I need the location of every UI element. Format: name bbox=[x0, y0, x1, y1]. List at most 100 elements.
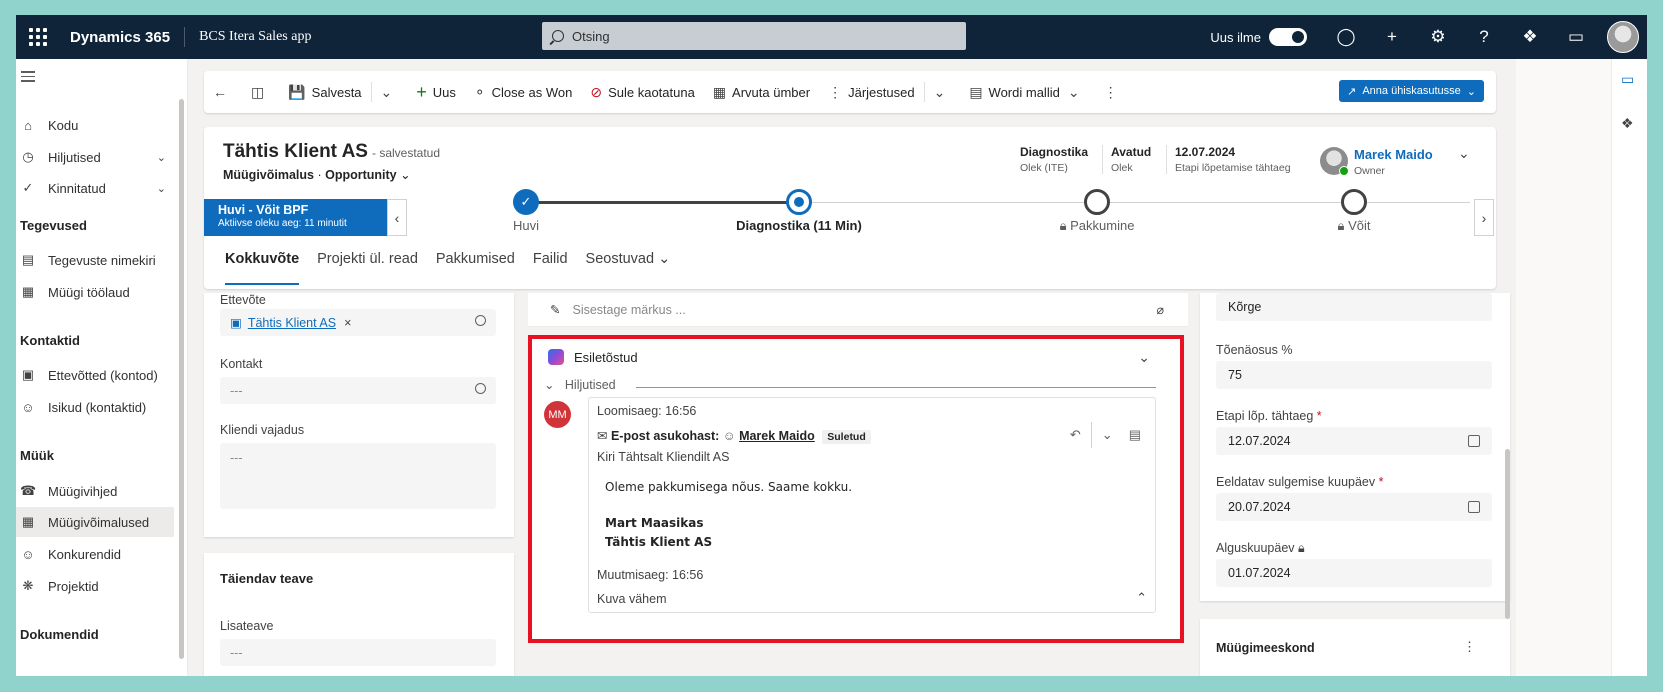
brand-name[interactable]: Dynamics 365 bbox=[70, 29, 170, 46]
sender-link[interactable]: Marek Maido bbox=[739, 429, 815, 443]
side-pane-strip: ▭ ❖ bbox=[1611, 59, 1647, 676]
chevron-up-icon[interactable]: ⌃ bbox=[1136, 590, 1147, 606]
nav-item-opportunities[interactable]: ▦ Müügivõimalused bbox=[16, 507, 174, 537]
bpf-prev-button[interactable]: ‹ bbox=[387, 199, 407, 236]
pencil-icon: ✎ bbox=[550, 303, 561, 317]
nav-item-sales-dashboard[interactable]: ▦ Müügi töölaud bbox=[16, 277, 174, 307]
sequence-icon: ⋮ bbox=[828, 83, 843, 100]
search-icon[interactable] bbox=[475, 315, 486, 326]
bpf-stage-voit[interactable]: 🔒︎ Võit bbox=[1314, 189, 1394, 234]
pin-icon: ✓ bbox=[22, 180, 34, 195]
bpf-stage-pakkumine[interactable]: 🔒︎ Pakkumine bbox=[1047, 189, 1147, 234]
nav-item-accounts[interactable]: ▣ Ettevõtted (kontod) bbox=[16, 360, 174, 390]
gear-icon[interactable]: ⚙ bbox=[1415, 15, 1461, 59]
lightbulb-icon[interactable]: ◯ bbox=[1323, 15, 1369, 59]
company-lookup[interactable]: ▣ Tähtis Klient AS × bbox=[220, 309, 496, 336]
contact-lookup[interactable]: --- bbox=[220, 377, 496, 404]
bpf-next-button[interactable]: › bbox=[1474, 199, 1494, 236]
reply-all-icon[interactable]: ↶ bbox=[1070, 427, 1081, 443]
nav-item-competitors[interactable]: ☺ Konkurendid bbox=[16, 539, 174, 569]
nav-label: Müügivihjed bbox=[48, 483, 118, 499]
owner-avatar[interactable] bbox=[1320, 147, 1349, 176]
nav-scrollbar[interactable] bbox=[179, 99, 184, 659]
main-scrollbar[interactable] bbox=[1505, 449, 1510, 619]
conversation-icon[interactable]: ▭ bbox=[1621, 71, 1634, 88]
stage-due-field[interactable]: 12.07.2024 bbox=[1216, 427, 1492, 455]
header-expand-chevron-icon[interactable]: ⌄ bbox=[1458, 145, 1470, 162]
app-name[interactable]: BCS Itera Sales app bbox=[199, 29, 311, 45]
recent-group-header[interactable]: ⌄ Hiljutised bbox=[544, 377, 616, 392]
chevron-down-icon[interactable]: ⌄ bbox=[157, 151, 166, 164]
owner-link[interactable]: Marek Maido bbox=[1354, 147, 1433, 162]
copilot-icon[interactable]: ❖ bbox=[1507, 15, 1553, 59]
company-link[interactable]: Tähtis Klient AS bbox=[248, 316, 336, 330]
new-button[interactable]: + Uus bbox=[407, 71, 465, 113]
show-less-link[interactable]: Kuva vähem bbox=[597, 592, 666, 606]
chat-icon[interactable]: ▭ bbox=[1553, 15, 1599, 59]
save-button[interactable]: 💾 Salvesta bbox=[279, 71, 370, 113]
header-field-value: Avatud bbox=[1111, 145, 1152, 159]
client-need-textarea[interactable]: --- bbox=[220, 443, 496, 509]
app-launcher-icon[interactable] bbox=[26, 25, 50, 49]
nav-label: Hiljutised bbox=[48, 149, 101, 165]
nav-item-home[interactable]: ⌂ Kodu bbox=[16, 110, 174, 140]
search-icon bbox=[552, 30, 564, 42]
record-name: Tähtis Klient AS bbox=[223, 141, 368, 162]
calendar-icon[interactable] bbox=[1468, 435, 1480, 447]
user-avatar[interactable] bbox=[1607, 21, 1639, 53]
chevron-down-icon[interactable]: ⌄ bbox=[1138, 349, 1150, 366]
copilot-icon[interactable]: ❖ bbox=[1621, 115, 1634, 132]
tab-summary[interactable]: Kokkuvõte bbox=[225, 251, 300, 285]
more-vertical-icon[interactable]: ⋮ bbox=[1463, 639, 1476, 655]
nav-item-leads[interactable]: ☎ Müügivihjed bbox=[16, 476, 174, 506]
nav-item-projects[interactable]: ❋ Projektid bbox=[16, 571, 174, 601]
chevron-down-icon[interactable]: ⌄ bbox=[157, 182, 166, 195]
tab-quotes[interactable]: Pakkumised bbox=[436, 251, 515, 285]
tab-files[interactable]: Failid bbox=[533, 251, 568, 285]
close-as-won-button[interactable]: ⚬ Close as Won bbox=[465, 71, 581, 113]
bpf-stage-huvi[interactable]: ✓ Huvi bbox=[496, 189, 556, 233]
more-commands-button[interactable]: ⋮ bbox=[1095, 71, 1133, 113]
summary-section: Ettevõte ▣ Tähtis Klient AS × Kontakt --… bbox=[204, 293, 514, 537]
back-button[interactable]: ← bbox=[204, 71, 242, 113]
highlights-header[interactable]: Esiletõstud bbox=[548, 349, 638, 365]
tab-related[interactable]: Seostuvad ⌄ bbox=[586, 251, 671, 285]
header-field-label: Etapi lõpetamise tähtaeg bbox=[1175, 162, 1291, 174]
chevron-down-icon[interactable]: ⌄ bbox=[1102, 427, 1113, 443]
bpf-flyout-button[interactable]: Huvi - Võit BPF Aktiivse oleku aeg: 11 m… bbox=[204, 199, 387, 236]
close-as-lost-button[interactable]: ⊘ Sule kaotatuna bbox=[581, 71, 703, 113]
nav-item-pinned[interactable]: ✓ Kinnitatud ⌄ bbox=[16, 173, 174, 203]
form-selector[interactable]: Opportunity bbox=[325, 168, 397, 182]
plus-icon[interactable]: + bbox=[1369, 15, 1415, 59]
nav-item-recent[interactable]: ◷ Hiljutised ⌄ bbox=[16, 142, 174, 172]
share-button[interactable]: ↗ Anna ühiskasutusse ⌄ bbox=[1339, 80, 1484, 102]
rating-field[interactable]: Kõrge bbox=[1216, 293, 1492, 321]
nav-item-contacts[interactable]: ☺ Isikud (kontaktid) bbox=[16, 392, 174, 422]
attachment-icon[interactable]: ⌀ bbox=[1156, 302, 1164, 317]
tab-project-lines[interactable]: Projekti ül. read bbox=[317, 251, 418, 285]
popout-button[interactable]: ◫ bbox=[242, 71, 279, 113]
probability-field[interactable]: 75 bbox=[1216, 361, 1492, 389]
extra-info-field[interactable]: --- bbox=[220, 639, 496, 666]
new-look-toggle[interactable] bbox=[1269, 28, 1307, 46]
help-icon[interactable]: ? bbox=[1461, 15, 1507, 59]
calendar-icon[interactable] bbox=[1468, 501, 1480, 513]
search-icon[interactable] bbox=[475, 383, 486, 394]
chevron-down-icon[interactable]: ⌄ bbox=[400, 168, 410, 182]
hamburger-icon[interactable] bbox=[21, 71, 35, 85]
nav-item-activity-list[interactable]: ▤ Tegevuste nimekiri bbox=[16, 245, 174, 275]
note-input[interactable]: ✎ Sisestage märkus ... ⌀ bbox=[528, 293, 1188, 327]
timeline-email-record[interactable]: Loomisaeg: 16:56 ✉ E-post asukohast: ☺ M… bbox=[588, 397, 1156, 613]
search-placeholder: Otsing bbox=[572, 28, 610, 44]
open-record-icon[interactable]: ▤ bbox=[1129, 427, 1141, 443]
recalculate-button[interactable]: ▦ Arvuta ümber bbox=[704, 71, 819, 113]
sequences-button[interactable]: ⋮ Järjestused bbox=[819, 71, 923, 113]
bpf-stage-diagnostika[interactable]: Diagnostika (11 Min) bbox=[724, 189, 874, 233]
close-date-field[interactable]: 20.07.2024 bbox=[1216, 493, 1492, 521]
home-icon: ⌂ bbox=[24, 117, 32, 133]
global-search-input[interactable]: Otsing bbox=[542, 22, 966, 50]
remove-icon[interactable]: × bbox=[344, 316, 351, 330]
save-options-button[interactable]: ⌄ bbox=[372, 71, 408, 113]
sequences-options-button[interactable]: ⌄ bbox=[925, 71, 961, 113]
word-templates-button[interactable]: ▤ Wordi mallid ⌄ bbox=[960, 71, 1094, 113]
